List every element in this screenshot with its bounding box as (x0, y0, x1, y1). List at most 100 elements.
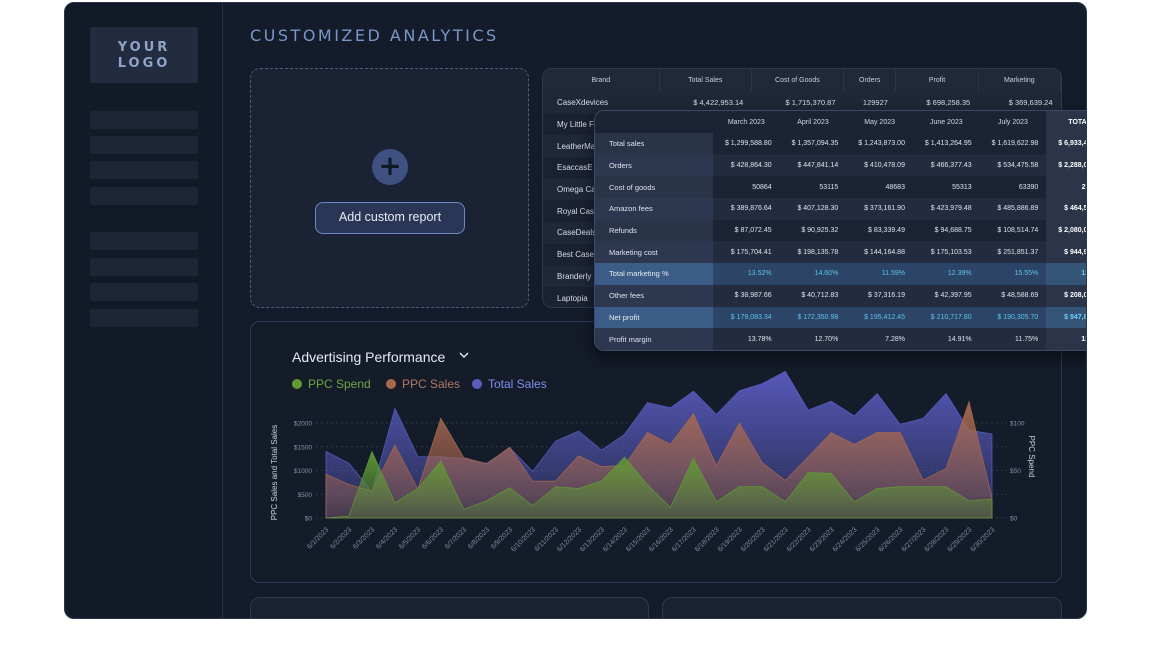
total-cell: 13.63% (1046, 263, 1086, 285)
column-header[interactable]: July 2023 (979, 111, 1047, 133)
cell: 13.52% (713, 263, 780, 285)
column-header[interactable]: May 2023 (846, 111, 913, 133)
cell: 48683 (885, 183, 905, 191)
sidebar-item[interactable] (90, 187, 198, 205)
column-header[interactable]: Orders (843, 69, 897, 92)
row-label: Refunds (595, 219, 713, 242)
column-header[interactable] (595, 111, 713, 133)
row-label: Other fees (595, 284, 713, 307)
column-header[interactable]: Total Sales (659, 69, 752, 92)
page-title: CUSTOMIZED ANALYTICS (250, 26, 499, 45)
cell: $ 144,164.88 (846, 241, 913, 264)
table-row[interactable]: Orders $ 428,864.30 $ 447,841.14 $ 410,478.… (595, 154, 1086, 177)
cell: $ 90,925.32 (801, 227, 839, 235)
sidebar-item[interactable] (90, 136, 198, 154)
table-row[interactable]: Total sales $ 1,299,588.80 $ 1,357,094.35 $… (595, 133, 1086, 155)
table-header: March 2023 April 2023 May 2023 June 2023 Jul… (595, 111, 1086, 133)
y2-tick-label: $100 (1010, 421, 1025, 428)
column-header[interactable]: Cost of Goods (751, 69, 844, 92)
chevron-down-icon[interactable] (459, 352, 469, 358)
sidebar-item[interactable] (90, 161, 198, 179)
column-header[interactable]: TOTAL (1046, 111, 1086, 133)
y2-tick-label: $0 (1010, 516, 1018, 523)
cell: $ 179,083.34 (713, 306, 780, 329)
sidebar-item[interactable] (90, 232, 198, 250)
column-header[interactable]: Profit (895, 69, 979, 92)
x-tick-label: 6/10/2023 (510, 526, 537, 553)
cell: $ 42,397.95 (912, 284, 980, 307)
y2-axis-label: PPC Spend (1027, 436, 1036, 478)
column-header[interactable]: Brand (543, 69, 660, 92)
total-cell: $ 6,933,444.08 (1046, 133, 1086, 155)
x-tick-label: 6/3/2023 (352, 526, 376, 550)
total-cell: 13.67% (1046, 328, 1086, 350)
row-label: Profit margin (595, 328, 713, 350)
logo[interactable]: YOUR LOGO (90, 27, 198, 83)
cell: 14.91% (912, 328, 980, 350)
cell: $ 83,339.49 (867, 227, 905, 235)
table-row[interactable]: Refunds $ 87,072.45 $ 90,925.32 $ 83,339.49… (595, 219, 1086, 242)
total-cell: 271365 (1046, 176, 1086, 199)
table-row[interactable]: Amazon fees $ 389,876.64 $ 407,128.30 $ 373… (595, 198, 1086, 220)
y2-tick-label: $50 (1010, 468, 1021, 475)
custom-report-dropzone[interactable]: + Add custom report (250, 68, 529, 308)
y-axis-label: PPC Sales and Total Sales (270, 425, 279, 520)
column-header[interactable]: April 2023 (779, 111, 847, 133)
column-header[interactable]: June 2023 (912, 111, 980, 133)
chart-title[interactable]: Advertising Performance (292, 349, 446, 365)
cell: $ 410,478.09 (846, 154, 913, 177)
total-cell: $ 464,540.75 (1046, 198, 1086, 220)
table-row[interactable]: Profit margin 13.78% 12.70% 7.28% 14.91% 11.7… (595, 328, 1086, 350)
table-row[interactable]: Net profit $ 179,083.34 $ 172,350.98 $ 195,… (595, 306, 1086, 329)
x-tick-label: 6/5/2023 (398, 526, 422, 550)
cell: $ 175,704.41 (713, 241, 780, 264)
x-tick-label: 6/4/2023 (375, 526, 399, 550)
total-cell: $ 2,288,036.54 (1046, 154, 1086, 177)
x-tick-label: 6/30/2023 (969, 526, 996, 553)
column-header[interactable]: March 2023 (713, 111, 780, 133)
table-row[interactable]: Marketing cost $ 175,704.41 $ 198,135.78 $ … (595, 241, 1086, 264)
sidebar-item[interactable] (90, 111, 198, 129)
plus-icon[interactable]: + (372, 149, 408, 185)
row-label: Total sales (595, 133, 713, 155)
add-custom-report-button[interactable]: Add custom report (315, 202, 465, 234)
x-tick-label: 6/2/2023 (329, 526, 353, 550)
row-label: Net profit (595, 306, 713, 329)
cell: 7.28% (846, 328, 913, 350)
cell: 11.59% (846, 263, 913, 285)
sidebar-item[interactable] (90, 309, 198, 327)
cell: $ 190,305.70 (979, 306, 1047, 329)
x-tick-label: 6/1/2023 (306, 526, 330, 550)
cell: $ 485,886.89 (979, 198, 1047, 220)
total-cell: $ 947,870.27 (1046, 306, 1086, 329)
cell: $ 1,243,873.00 (858, 140, 905, 148)
cell: $ 1,619,622.98 (991, 140, 1039, 148)
monthly-summary-table: March 2023 April 2023 May 2023 June 2023 Jul… (594, 110, 1086, 351)
cell: $ 1,357,094.35 (791, 140, 839, 148)
total-cell: $ 2,080,033.21 (1046, 219, 1086, 242)
cell: 12.70% (779, 328, 847, 350)
x-tick-label: 6/8/2023 (467, 526, 491, 550)
sidebar-item[interactable] (90, 283, 198, 301)
report-panel (662, 597, 1062, 618)
cell: 11.75% (979, 328, 1047, 350)
total-cell: $ 944,959.97 (1046, 241, 1086, 264)
table-row[interactable]: Total marketing % 13.52% 14.60% 11.59% 12.39… (595, 263, 1086, 285)
legend-entry[interactable]: PPC Sales (402, 377, 460, 391)
table-row[interactable]: Other fees $ 38,987.66 $ 40,712.83 $ 37,316… (595, 284, 1086, 307)
table-header: Brand Total Sales Cost of Goods Orders Profi… (543, 69, 1061, 92)
cell: $ 1,299,588.80 (724, 140, 772, 148)
cell: 53115 (819, 183, 839, 191)
cell: $ 447,841.14 (779, 154, 847, 177)
column-header[interactable]: Marketing (978, 69, 1061, 92)
table-row[interactable]: Cost of goods 50864 53115 48683 55313 63390 27… (595, 176, 1086, 199)
cell: 13.78% (713, 328, 780, 350)
sidebar-item[interactable] (90, 258, 198, 276)
total-cell: $ 208,003.32 (1046, 284, 1086, 307)
cell: $ 373,161.90 (846, 198, 913, 220)
legend-entry[interactable]: PPC Spend (308, 377, 371, 391)
cell: 12.39% (912, 263, 980, 285)
legend-entry[interactable]: Total Sales (488, 377, 547, 391)
row-label: Amazon fees (595, 198, 713, 220)
cell: $ 87,072.45 (734, 227, 772, 235)
